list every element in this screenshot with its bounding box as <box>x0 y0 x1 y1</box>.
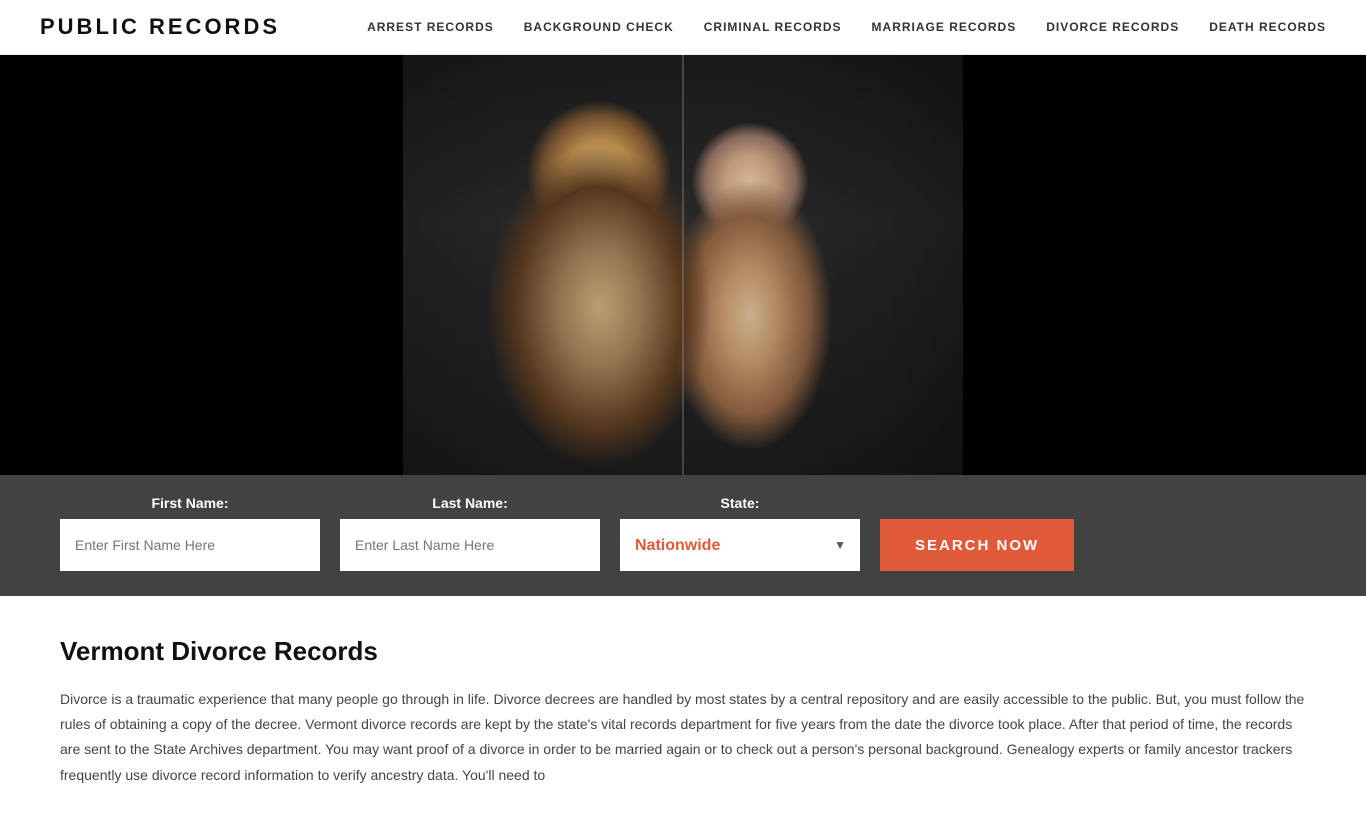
first-name-label: First Name: <box>60 495 320 511</box>
state-label: State: <box>620 495 860 511</box>
first-name-input[interactable] <box>60 519 320 571</box>
page-paragraph: Divorce is a traumatic experience that m… <box>60 687 1306 788</box>
logo: PUBLIC RECORDS <box>40 14 280 40</box>
search-button[interactable]: SEARCH NOW <box>880 519 1074 571</box>
nav-divorce-records[interactable]: DIVORCE RECORDS <box>1046 20 1179 34</box>
main-content: Vermont Divorce Records Divorce is a tra… <box>0 596 1366 828</box>
nav-death-records[interactable]: DEATH RECORDS <box>1209 20 1326 34</box>
search-bar: First Name: Last Name: State: Nationwide… <box>0 475 1366 596</box>
state-select-wrapper: NationwideAlabamaAlaskaArizonaArkansasCa… <box>620 519 860 571</box>
page-heading: Vermont Divorce Records <box>60 636 1306 667</box>
nav-arrest-records[interactable]: ARREST RECORDS <box>367 20 494 34</box>
nav-marriage-records[interactable]: MARRIAGE RECORDS <box>872 20 1017 34</box>
hero-overlay <box>0 55 1366 475</box>
state-field: State: NationwideAlabamaAlaskaArizonaArk… <box>620 495 860 571</box>
main-nav: ARREST RECORDS BACKGROUND CHECK CRIMINAL… <box>367 20 1326 34</box>
first-name-field: First Name: <box>60 495 320 571</box>
last-name-label: Last Name: <box>340 495 600 511</box>
nav-background-check[interactable]: BACKGROUND CHECK <box>524 20 674 34</box>
header: PUBLIC RECORDS ARREST RECORDS BACKGROUND… <box>0 0 1366 55</box>
state-select[interactable]: NationwideAlabamaAlaskaArizonaArkansasCa… <box>620 519 860 571</box>
last-name-input[interactable] <box>340 519 600 571</box>
last-name-field: Last Name: <box>340 495 600 571</box>
nav-criminal-records[interactable]: CRIMINAL RECORDS <box>704 20 842 34</box>
hero-section <box>0 55 1366 475</box>
